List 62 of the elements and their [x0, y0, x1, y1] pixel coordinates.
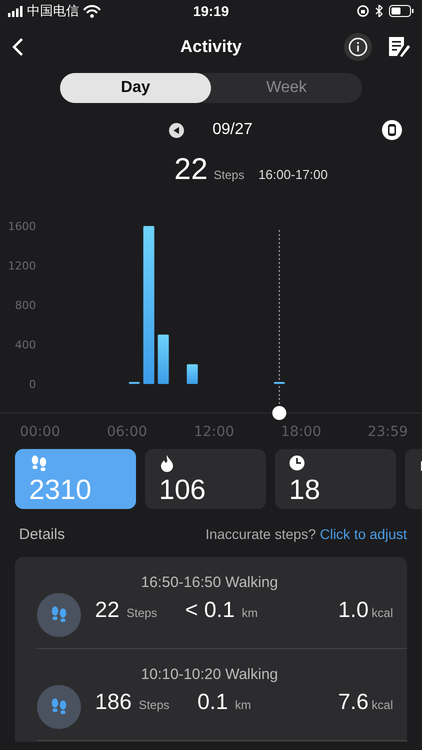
stat-value: 2310 [29, 475, 92, 505]
steps-value: 22 [95, 597, 120, 623]
axis-label: 800 [15, 299, 36, 312]
previous-day-button[interactable] [169, 122, 184, 138]
unit-label: km [235, 698, 251, 712]
steps-unit: Steps [214, 168, 244, 182]
bar[interactable] [143, 226, 154, 384]
edit-button[interactable] [388, 36, 410, 58]
step-count: 22 [174, 153, 208, 187]
tab[interactable]: Week [211, 73, 362, 103]
energy-value: 7.6 [338, 689, 369, 715]
watch-icon[interactable] [382, 120, 402, 140]
adjust-prompt: Inaccurate steps? Click to adjust [205, 526, 407, 542]
axis-label: 06:00 [106, 424, 148, 440]
battery-icon [389, 5, 414, 17]
footprints-icon [29, 455, 47, 473]
axis-label: 1200 [8, 260, 36, 272]
unit-label: kcal [372, 606, 393, 620]
distance-value: < 0.1 [185, 597, 235, 623]
footprints-icon [49, 698, 69, 716]
axis-label: 12:00 [194, 424, 234, 440]
footprints-icon [49, 606, 69, 624]
time-range: 16:00-17:00 [258, 167, 328, 182]
bluetooth-icon [375, 5, 383, 17]
unit-label: km [242, 606, 258, 620]
date-label: 09/27 [212, 121, 253, 139]
axis-label: 18:00 [280, 424, 322, 440]
bar[interactable] [186, 364, 198, 384]
back-button[interactable] [12, 38, 24, 56]
axis-label: 23:59 [368, 424, 408, 440]
unit-label: kcal [372, 698, 393, 712]
carrier-name: 中国电信 [27, 2, 79, 20]
rotation-lock-icon [357, 5, 369, 17]
tab[interactable]: Day [60, 73, 211, 103]
clock-icon [289, 455, 307, 473]
page-title: Activity [179, 37, 243, 57]
energy-value: 1.0 [338, 597, 369, 623]
steps-value: 186 [95, 689, 132, 715]
record-title: 16:50-16:50 Walking [140, 574, 280, 593]
record-title: 10:10-10:20 Walking [140, 666, 280, 685]
adjust-link[interactable]: Click to adjust [320, 526, 407, 542]
unit-label: Steps [126, 606, 158, 620]
stat-value: 106 [159, 475, 207, 505]
info-icon [348, 37, 368, 57]
back-icon [12, 38, 24, 56]
axis-label: 1600 [8, 220, 36, 233]
axis-label: 400 [15, 338, 36, 352]
edit-icon [388, 36, 410, 58]
bar[interactable] [158, 334, 169, 384]
info-button[interactable] [344, 33, 372, 61]
axis-label: 00:00 [20, 424, 60, 440]
axis-label: 0 [29, 378, 36, 391]
section-title: Details [19, 526, 65, 542]
clock-time: 19:19 [193, 3, 229, 19]
stat-value: 18 [289, 475, 322, 505]
stat-card[interactable]: 106 [145, 449, 266, 509]
time-cursor[interactable] [272, 230, 286, 420]
unit-label: Steps [138, 698, 170, 712]
wifi-icon [83, 4, 101, 18]
signal-icon [8, 6, 23, 16]
stat-card[interactable]: 18 [275, 449, 396, 509]
distance-value: 0.1 [197, 689, 228, 715]
